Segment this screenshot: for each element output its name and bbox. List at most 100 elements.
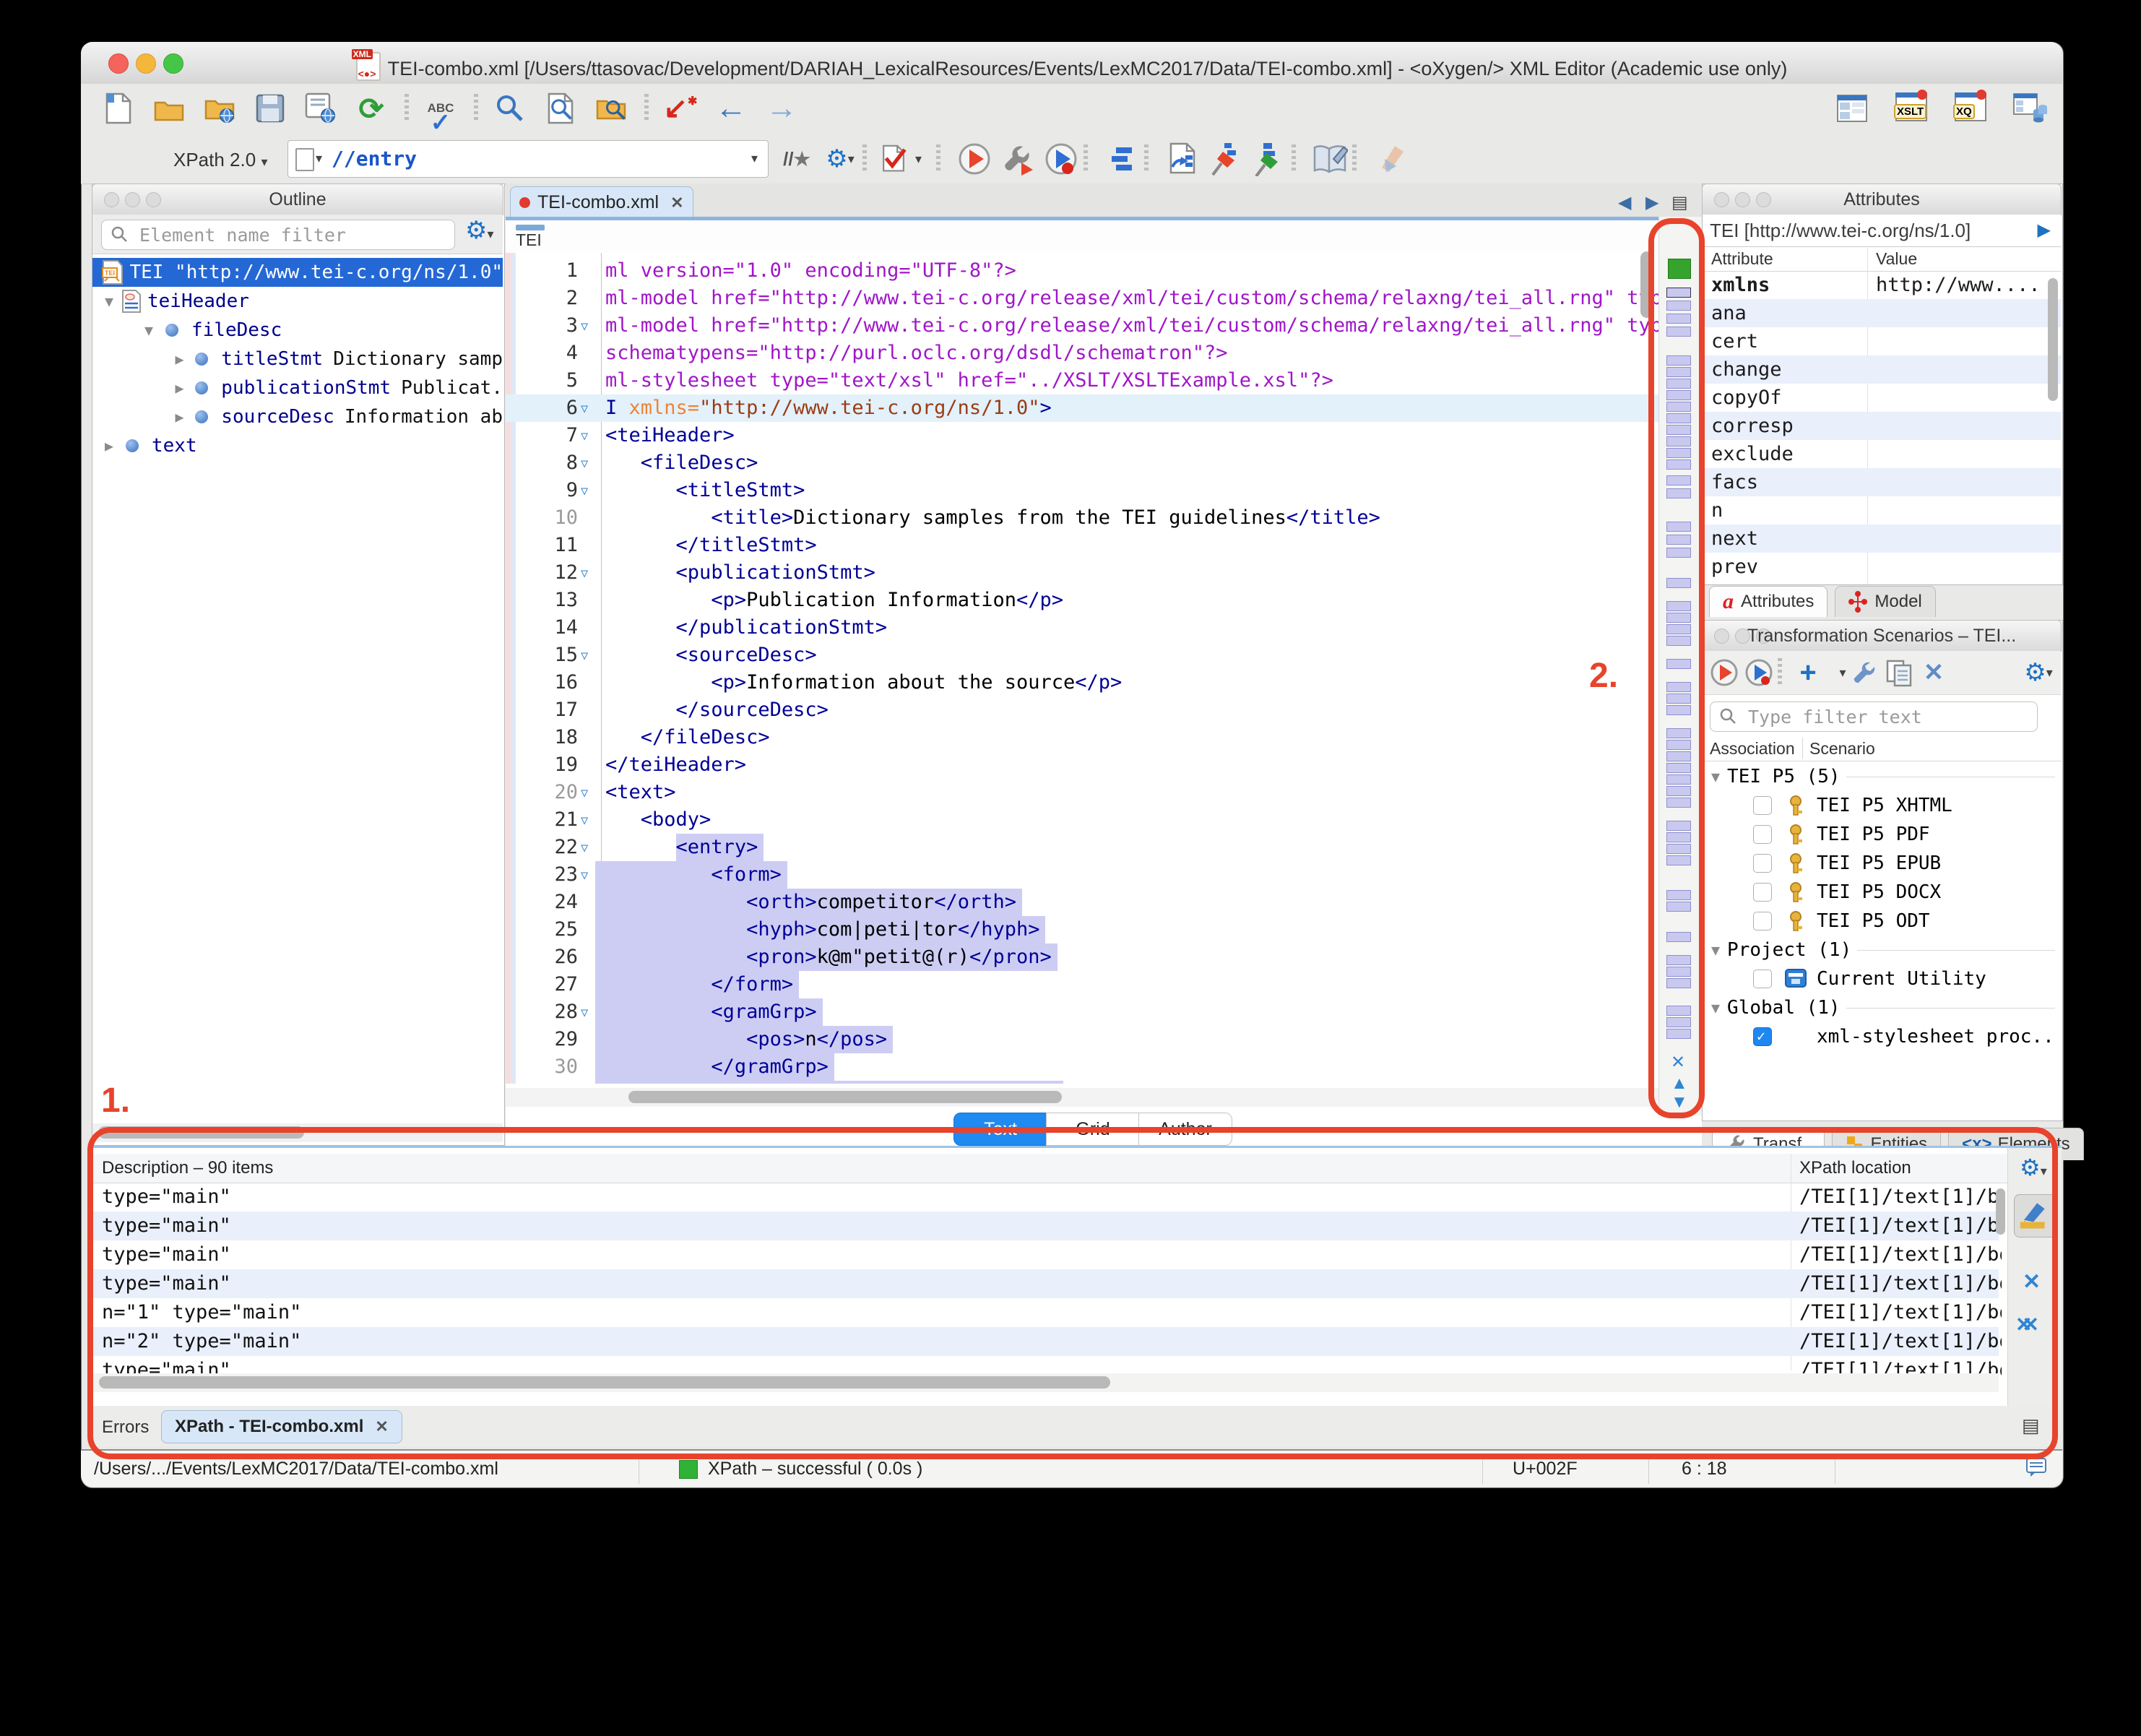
- xpath-match-marker[interactable]: [1666, 488, 1691, 498]
- scenario-checkbox[interactable]: [1753, 854, 1772, 873]
- pin-green-icon[interactable]: [1248, 142, 1290, 176]
- code-line-17[interactable]: 17 </sourceDesc>: [506, 696, 1702, 724]
- xpath-match-marker[interactable]: [1666, 844, 1691, 854]
- outline-item-filedesc[interactable]: ▼fileDesc: [92, 316, 503, 345]
- breadcrumb[interactable]: TEI: [506, 220, 1702, 254]
- scenario-tei-p5-odt[interactable]: TEI P5 ODT: [1703, 907, 2061, 936]
- xpath-match-marker[interactable]: [1666, 694, 1691, 704]
- xpath-match-marker[interactable]: [1666, 379, 1691, 389]
- fold-toggle-icon[interactable]: ▽: [581, 478, 588, 505]
- previous-editor-icon[interactable]: ◀: [1618, 192, 1631, 213]
- collapse-icon[interactable]: ▼: [100, 293, 118, 310]
- scenario-xml-stylesheet-proc-[interactable]: xml-stylesheet proc..: [1703, 1022, 2061, 1051]
- outline-item-teiheader[interactable]: ▼teiHeader: [92, 287, 503, 316]
- validate-icon[interactable]: ▾: [880, 142, 922, 176]
- code-line-29[interactable]: 29 <pos>n</pos>: [506, 1026, 1702, 1053]
- xpath-match-marker[interactable]: [1666, 413, 1691, 423]
- code-line-25[interactable]: 25 <hyph>com|peti|tor</hyph>: [506, 916, 1702, 943]
- settings-gear-icon[interactable]: ⚙▾: [819, 142, 861, 176]
- xpath-result-row[interactable]: n="2" type="main"/TEI[1]/text[1]/bo: [92, 1327, 1999, 1356]
- outline-item-publicationstmt[interactable]: ▶publicationStmtPublicat.: [92, 373, 503, 402]
- view-mode-text[interactable]: Text: [953, 1113, 1047, 1146]
- xpath-match-marker[interactable]: [1666, 821, 1691, 831]
- xpath-match-marker[interactable]: [1666, 448, 1691, 458]
- highlight-results-button[interactable]: [2014, 1194, 2056, 1238]
- code-line-10[interactable]: 10 <title>Dictionary samples from the TE…: [506, 504, 1702, 532]
- xpath-match-marker[interactable]: [1666, 798, 1691, 808]
- attribute-row-copyOf[interactable]: copyOf: [1703, 384, 2061, 412]
- expand-icon[interactable]: ▶: [100, 437, 118, 454]
- fold-toggle-icon[interactable]: ▽: [581, 642, 588, 670]
- expand-icon[interactable]: ▶: [171, 408, 189, 426]
- format-indent-icon[interactable]: [1162, 142, 1203, 176]
- xpath-match-marker[interactable]: [1666, 1029, 1691, 1039]
- xpath-result-row[interactable]: n="1" type="main"/TEI[1]/text[1]/bo: [92, 1298, 1999, 1327]
- new-file-icon[interactable]: [101, 91, 136, 126]
- last-edit-location-icon[interactable]: ↙✱: [663, 91, 698, 126]
- fold-toggle-icon[interactable]: ▽: [581, 560, 588, 587]
- xpath-match-marker[interactable]: [1666, 613, 1691, 623]
- xpath-result-row[interactable]: type="main"/TEI[1]/text[1]/bo: [92, 1269, 1999, 1298]
- attribute-row-prev[interactable]: prev: [1703, 553, 2061, 581]
- xpath-match-marker[interactable]: [1666, 475, 1691, 485]
- save-url-icon[interactable]: [303, 91, 338, 126]
- xpath-match-marker[interactable]: [1666, 425, 1691, 435]
- tab-attributes[interactable]: aAttributes: [1709, 586, 1828, 617]
- code-line-27[interactable]: 27 </form>: [506, 971, 1702, 998]
- find-replace-icon[interactable]: [543, 91, 578, 126]
- expand-icon[interactable]: ▶: [171, 379, 189, 397]
- find-in-files-icon[interactable]: [594, 91, 628, 126]
- clear-all-results-icon[interactable]: ✕✕: [2015, 1313, 2029, 1336]
- xpath-match-marker[interactable]: [1666, 355, 1691, 366]
- editor-list-icon[interactable]: ▤: [1671, 192, 1688, 213]
- attributes-vertical-scrollbar[interactable]: [2048, 278, 2058, 401]
- xpath-match-marker[interactable]: [1666, 751, 1691, 761]
- pin-red-icon[interactable]: [1205, 142, 1247, 176]
- scenario-tei-p5-docx[interactable]: TEI P5 DOCX: [1703, 878, 2061, 907]
- code-line-1[interactable]: 1ml version="1.0" encoding="UTF-8"?>: [506, 257, 1702, 285]
- xpath-match-marker[interactable]: [1666, 636, 1691, 646]
- outline-filter-input[interactable]: Element name filter: [101, 220, 455, 250]
- save-icon[interactable]: [253, 91, 287, 126]
- attribute-row-xmlns[interactable]: xmlnshttp://www....: [1703, 271, 2061, 299]
- tab-xpath-results[interactable]: XPath - TEI-combo.xml ✕: [161, 1410, 402, 1443]
- add-scenario-icon[interactable]: +: [1792, 655, 1824, 690]
- xpath-match-marker[interactable]: [1666, 1006, 1691, 1016]
- debug-transformation-icon[interactable]: [1040, 142, 1082, 176]
- code-line-21[interactable]: 21▽ <body>: [506, 806, 1702, 834]
- scenario-tei-p5-pdf[interactable]: TEI P5 PDF: [1703, 820, 2061, 849]
- xpath-expression[interactable]: //entry: [332, 147, 417, 170]
- open-url-icon[interactable]: [202, 91, 237, 126]
- attribute-row-n[interactable]: n: [1703, 496, 2061, 524]
- xpath-match-marker[interactable]: [1666, 535, 1691, 545]
- spell-check-icon[interactable]: ABC✓: [423, 91, 458, 126]
- code-line-15[interactable]: 15▽ <sourceDesc>: [506, 642, 1702, 669]
- validation-marker-strip[interactable]: ✕ ▲ ▼: [1658, 217, 1704, 1115]
- xpath-match-marker[interactable]: [1666, 978, 1691, 988]
- code-line-28[interactable]: 28▽ <gramGrp>: [506, 998, 1702, 1026]
- xpath-history-dropdown[interactable]: ▾: [751, 151, 758, 166]
- results-horizontal-scrollbar[interactable]: [92, 1373, 1999, 1392]
- code-line-6[interactable]: 6▽I xmlns="http://www.tei-c.org/ns/1.0">: [506, 394, 1702, 422]
- code-line-12[interactable]: 12▽ <publicationStmt>: [506, 559, 1702, 587]
- code-line-4[interactable]: 4schematypens="http://purl.oclc.org/dsdl…: [506, 340, 1702, 367]
- xpath-match-marker[interactable]: [1666, 578, 1691, 588]
- xpath-match-marker[interactable]: [1666, 301, 1691, 311]
- code-line-14[interactable]: 14 </publicationStmt>: [506, 614, 1702, 642]
- code-line-5[interactable]: 5ml-stylesheet type="text/xsl" href="../…: [506, 367, 1702, 394]
- outline-panel-header[interactable]: Outline: [92, 183, 503, 215]
- attribute-row-next[interactable]: next: [1703, 524, 2061, 553]
- outline-settings-gear-icon[interactable]: ⚙▾: [465, 216, 494, 245]
- fold-toggle-icon[interactable]: ▽: [581, 834, 588, 862]
- code-line-19[interactable]: 19</teiHeader>: [506, 751, 1702, 779]
- xpath-match-marker[interactable]: [1666, 728, 1691, 738]
- view-mode-grid[interactable]: Grid: [1046, 1113, 1140, 1146]
- next-editor-icon[interactable]: ▶: [1645, 192, 1658, 213]
- settings-gear-icon[interactable]: ⚙▾: [2020, 655, 2056, 690]
- tab-errors[interactable]: Errors: [102, 1417, 149, 1438]
- breadcrumb-element[interactable]: TEI: [516, 230, 542, 250]
- xpath-match-marker[interactable]: [1666, 390, 1691, 400]
- attribute-row-ana[interactable]: ana: [1703, 299, 2061, 327]
- back-icon[interactable]: ←: [714, 91, 748, 126]
- scenario-group-project[interactable]: ▼Project (1): [1703, 936, 2061, 964]
